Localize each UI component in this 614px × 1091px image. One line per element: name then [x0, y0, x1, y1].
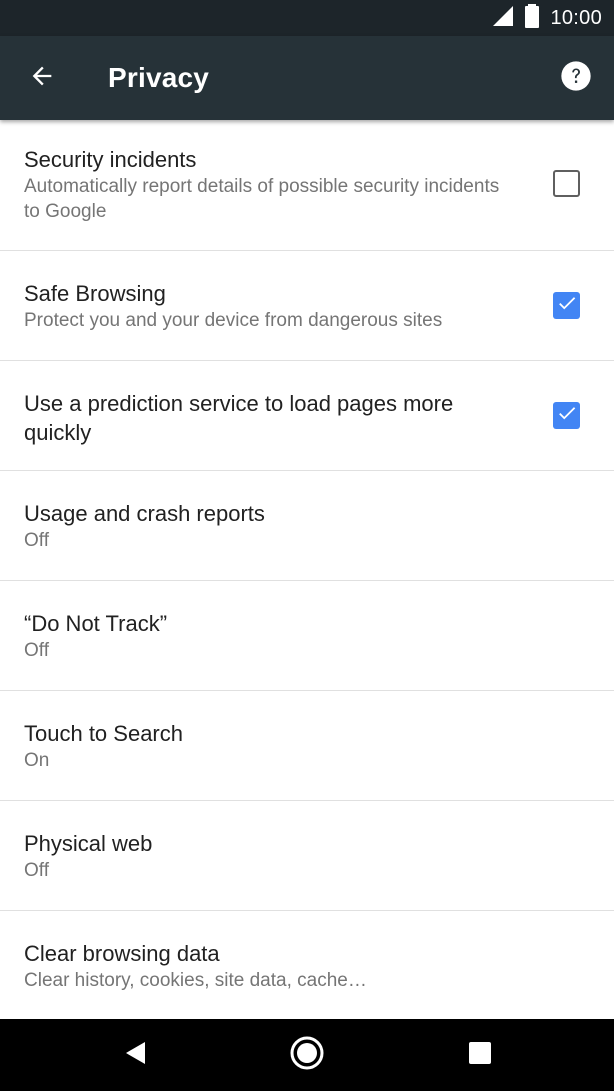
setting-security-incidents[interactable]: Security incidents Automatically report …: [0, 120, 614, 251]
prediction-service-checkbox[interactable]: [553, 402, 580, 429]
app-bar: Privacy: [0, 36, 614, 120]
setting-title: Touch to Search: [24, 721, 183, 746]
status-icons: 10:00: [492, 0, 602, 36]
setting-summary: Clear history, cookies, site data, cache…: [24, 970, 367, 991]
navigation-bar: [0, 1019, 614, 1091]
help-button[interactable]: [552, 54, 600, 102]
setting-do-not-track[interactable]: “Do Not Track” Off: [0, 581, 614, 691]
safe-browsing-checkbox[interactable]: [553, 292, 580, 319]
setting-summary: Protect you and your device from dangero…: [24, 310, 443, 331]
arrow-back-icon: [28, 62, 56, 95]
security-incidents-checkbox[interactable]: [553, 170, 580, 197]
setting-summary: Automatically report details of possible…: [24, 176, 500, 222]
back-triangle-icon: [123, 1040, 147, 1071]
nav-home-button[interactable]: [267, 1019, 347, 1091]
recents-square-icon: [468, 1041, 492, 1070]
battery-icon: [524, 3, 540, 33]
help-icon: [560, 60, 592, 97]
setting-title: Usage and crash reports: [24, 501, 265, 526]
setting-summary: Off: [24, 640, 49, 661]
cell-signal-icon: [492, 5, 514, 32]
setting-title: Safe Browsing: [24, 281, 166, 306]
setting-safe-browsing[interactable]: Safe Browsing Protect you and your devic…: [0, 251, 614, 361]
check-icon: [556, 402, 578, 429]
nav-back-button[interactable]: [95, 1019, 175, 1091]
setting-title: Security incidents: [24, 147, 197, 172]
setting-title: Use a prediction service to load pages m…: [24, 391, 454, 445]
back-button[interactable]: [18, 54, 66, 102]
setting-touch-to-search[interactable]: Touch to Search On: [0, 691, 614, 801]
status-time: 10:00: [550, 6, 602, 29]
setting-physical-web[interactable]: Physical web Off: [0, 801, 614, 911]
setting-title: Physical web: [24, 831, 153, 856]
check-icon: [556, 292, 578, 319]
setting-summary: Off: [24, 860, 49, 881]
page-title: Privacy: [108, 62, 210, 93]
settings-list: Security incidents Automatically report …: [0, 120, 614, 1019]
setting-prediction-service[interactable]: Use a prediction service to load pages m…: [0, 361, 614, 471]
setting-clear-browsing-data[interactable]: Clear browsing data Clear history, cooki…: [0, 911, 614, 1019]
setting-usage-crash-reports[interactable]: Usage and crash reports Off: [0, 471, 614, 581]
status-bar: 10:00: [0, 0, 614, 36]
setting-summary: On: [24, 750, 50, 771]
setting-title: Clear browsing data: [24, 941, 220, 966]
nav-recents-button[interactable]: [440, 1019, 520, 1091]
setting-summary: Off: [24, 530, 49, 551]
home-circle-icon: [290, 1036, 324, 1075]
setting-title: “Do Not Track”: [24, 611, 168, 636]
